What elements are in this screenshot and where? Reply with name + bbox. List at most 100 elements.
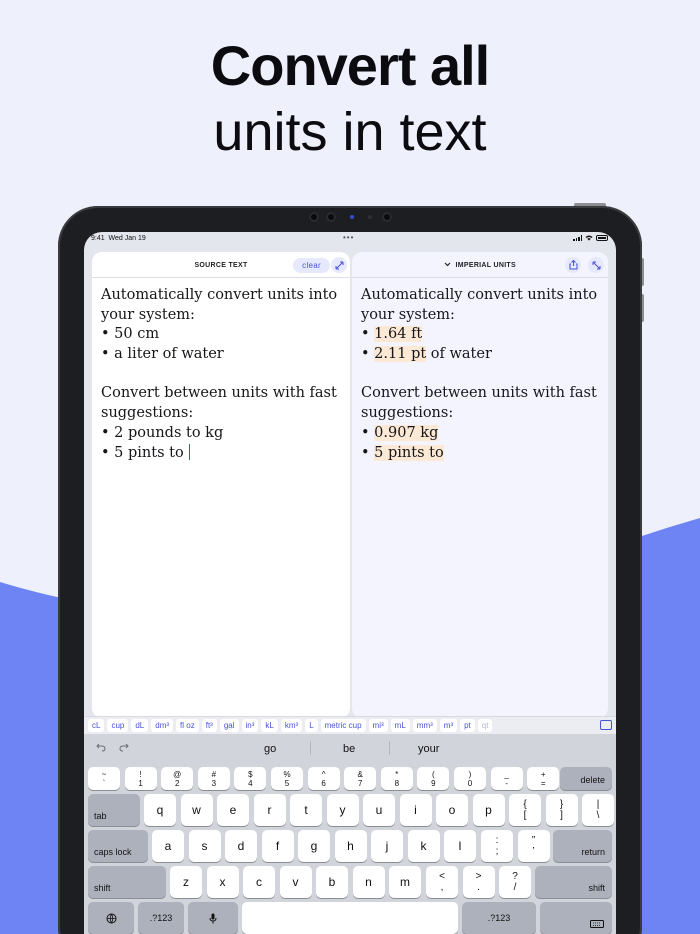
- return-key[interactable]: return: [553, 830, 612, 862]
- key-g[interactable]: g: [298, 830, 330, 862]
- key-punct[interactable]: <,: [426, 866, 458, 898]
- suggestion-word[interactable]: your: [418, 743, 439, 755]
- text-segment: Convert between units with fast: [101, 385, 337, 402]
- key-j[interactable]: j: [371, 830, 403, 862]
- key-n[interactable]: n: [352, 866, 385, 898]
- unit-chip[interactable]: gal: [219, 719, 239, 732]
- key-z[interactable]: z: [170, 866, 202, 898]
- key-0[interactable]: ) 0: [454, 767, 486, 790]
- suggestion-word[interactable]: be: [343, 743, 355, 755]
- clear-button[interactable]: clear: [293, 258, 330, 273]
- key-t[interactable]: t: [290, 794, 322, 826]
- unit-chip[interactable]: cL: [88, 719, 105, 732]
- key-o[interactable]: o: [436, 794, 468, 826]
- key-[[interactable]: {[: [509, 794, 541, 826]
- key-7[interactable]: & 7: [344, 767, 377, 790]
- key-w[interactable]: w: [180, 794, 213, 826]
- converted-value[interactable]: 1.64 ft: [374, 326, 423, 343]
- unit-chip[interactable]: metric cup: [320, 719, 366, 732]
- key-v[interactable]: v: [279, 866, 312, 898]
- key-m[interactable]: m: [389, 866, 421, 898]
- camera-sensor-dot: [368, 215, 372, 219]
- unit-chip[interactable]: qt: [477, 719, 493, 732]
- expand-icon[interactable]: [331, 257, 347, 273]
- tab-key[interactable]: tab: [88, 794, 140, 826]
- unit-chip[interactable]: mL: [390, 719, 410, 732]
- text-line: • 5 pints to: [361, 444, 601, 464]
- key-x[interactable]: x: [206, 866, 239, 898]
- key-punct[interactable]: ? /: [499, 866, 531, 898]
- key-h[interactable]: h: [334, 830, 367, 862]
- key-4[interactable]: $4: [234, 767, 267, 790]
- key-e[interactable]: e: [217, 794, 249, 826]
- multitask-dots[interactable]: •••: [343, 233, 354, 242]
- numbers-key[interactable]: .?123: [138, 902, 184, 934]
- text-line: [101, 365, 341, 385]
- share-icon[interactable]: [565, 257, 581, 273]
- unit-chip[interactable]: cup: [107, 719, 129, 732]
- caps-lock-key[interactable]: caps lock: [88, 830, 148, 862]
- key-][interactable]: }]: [545, 794, 578, 826]
- unit-chip[interactable]: pt: [460, 719, 475, 732]
- shift-left-key[interactable]: shift: [88, 866, 166, 898]
- unit-chip[interactable]: L: [305, 719, 318, 732]
- key-p[interactable]: p: [472, 794, 505, 826]
- key-1[interactable]: ! 1: [124, 767, 157, 790]
- unit-chip[interactable]: kL: [261, 719, 278, 732]
- key-b[interactable]: b: [316, 866, 348, 898]
- unit-chip[interactable]: km³: [280, 719, 303, 732]
- key-\[interactable]: | \: [582, 794, 614, 826]
- numbers-key[interactable]: .?123: [462, 902, 536, 934]
- unit-chip[interactable]: m³: [439, 719, 458, 732]
- key-5[interactable]: % 5: [271, 767, 303, 790]
- key-k[interactable]: k: [407, 830, 440, 862]
- suggestion-word[interactable]: go: [264, 743, 276, 755]
- key-l[interactable]: l: [444, 830, 476, 862]
- key-u[interactable]: u: [363, 794, 395, 826]
- unit-chip[interactable]: fl oz: [176, 719, 199, 732]
- source-text-editor[interactable]: Automatically convert units into your sys…: [101, 286, 341, 463]
- converted-value[interactable]: 5 pints to: [374, 444, 444, 461]
- key-6[interactable]: ^ 6: [307, 767, 340, 790]
- undo-icon[interactable]: [96, 743, 106, 752]
- key-punct[interactable]: :;: [481, 830, 513, 862]
- unit-chip[interactable]: in³: [241, 719, 259, 732]
- keyboard-toggle-icon[interactable]: [600, 720, 612, 730]
- text-segment: your system:: [101, 306, 195, 323]
- converted-value[interactable]: 2.11 pt: [374, 346, 427, 363]
- space-key[interactable]: [242, 902, 458, 934]
- key-punct[interactable]: ”’: [517, 830, 550, 862]
- key--[interactable]: _ -: [490, 767, 523, 790]
- dictation-key[interactable]: [188, 902, 238, 934]
- key-9[interactable]: (9: [417, 767, 450, 790]
- delete-key[interactable]: delete: [560, 767, 612, 790]
- redo-icon[interactable]: [119, 743, 129, 752]
- key-i[interactable]: i: [399, 794, 432, 826]
- key-3[interactable]: #3: [197, 767, 230, 790]
- unit-chip[interactable]: mm³: [412, 719, 437, 732]
- shift-right-key[interactable]: shift: [535, 866, 612, 898]
- key-punct[interactable]: >.: [462, 866, 495, 898]
- unit-chip[interactable]: dL: [131, 719, 149, 732]
- key-2[interactable]: @2: [161, 767, 194, 790]
- key-y[interactable]: y: [326, 794, 359, 826]
- unit-chip[interactable]: ft³: [201, 719, 217, 732]
- key-=[interactable]: + =: [527, 767, 560, 790]
- unit-chip[interactable]: dm³: [151, 719, 174, 732]
- key-q[interactable]: q: [144, 794, 176, 826]
- converted-value[interactable]: 0.907 kg: [374, 424, 439, 441]
- hide-keyboard-key[interactable]: [540, 902, 612, 934]
- key-c[interactable]: c: [243, 866, 275, 898]
- wifi-icon: [585, 235, 593, 241]
- expand-icon[interactable]: [588, 257, 604, 273]
- key-d[interactable]: d: [225, 830, 257, 862]
- globe-key[interactable]: [88, 902, 134, 934]
- unit-chip[interactable]: mi³: [368, 719, 388, 732]
- converted-text-panel: IMPERIAL UNITS Automatically convert uni…: [352, 252, 608, 718]
- key-s[interactable]: s: [188, 830, 221, 862]
- key-a[interactable]: a: [152, 830, 184, 862]
- key-8[interactable]: * 8: [380, 767, 413, 790]
- key-f[interactable]: f: [261, 830, 294, 862]
- key-`[interactable]: ~ `: [88, 767, 120, 790]
- key-r[interactable]: r: [253, 794, 286, 826]
